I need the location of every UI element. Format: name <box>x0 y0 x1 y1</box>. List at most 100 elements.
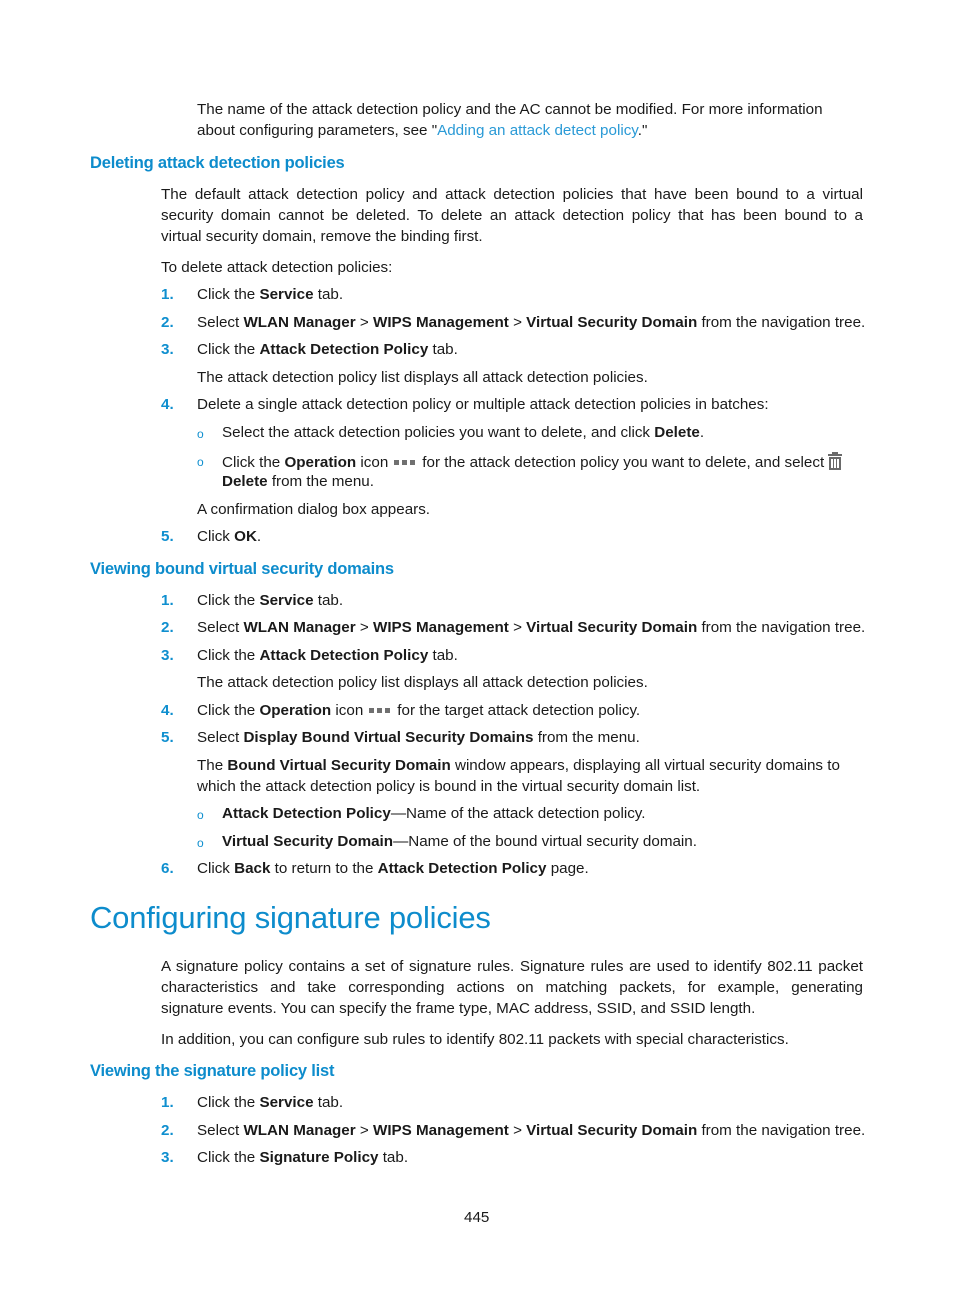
deleting-para-line-2: security domain cannot be deleted. To de… <box>161 207 863 224</box>
ui-label-delete: Delete <box>654 424 700 441</box>
step-text: Click the <box>197 647 260 664</box>
ui-label-attack-detection-policy: Attack Detection Policy <box>377 860 547 877</box>
intro-line-2: about configuring parameters, see "Addin… <box>197 122 647 139</box>
ui-label-virtual-security-domain: Virtual Security Domain <box>526 1122 698 1139</box>
signature-para-line-2: characteristics and take corresponding a… <box>161 979 863 996</box>
ui-label-wlan-manager: WLAN Manager <box>243 619 356 636</box>
link-adding-attack-detect-policy[interactable]: Adding an attack detect policy <box>437 122 638 139</box>
ui-label-wlan-manager: WLAN Manager <box>243 314 356 331</box>
ui-label-bound-virtual-security-domain: Bound Virtual Security Domain <box>227 757 451 774</box>
deleting-para-line-1: The default attack detection policy and … <box>161 186 863 203</box>
sub-text: Select the attack detection policies you… <box>222 424 655 441</box>
step-text: tab. <box>313 286 344 303</box>
step-text: Click the <box>197 1149 260 1166</box>
deleting-step-1: 1. Click the Service tab. <box>161 286 343 303</box>
intro-text: about configuring parameters, see " <box>197 122 438 139</box>
ui-label-back: Back <box>234 860 271 877</box>
ui-label-ok: OK <box>234 528 257 545</box>
step-number: 2. <box>161 314 174 331</box>
ui-label-virtual-security-domain: Virtual Security Domain <box>526 314 698 331</box>
deleting-step-5: 5. Click OK. <box>161 528 261 545</box>
ui-label-operation: Operation <box>284 454 357 471</box>
ui-label-operation: Operation <box>259 702 332 719</box>
signature-para-line-3: signature events. You can specify the fr… <box>161 1000 756 1017</box>
bound-step-5: 5. Select Display Bound Virtual Security … <box>161 729 640 746</box>
page-number: 445 <box>464 1209 490 1226</box>
step-text: from the navigation tree. <box>697 314 866 331</box>
sub-text: for the attack detection policy you want… <box>422 454 825 471</box>
heading-viewing-bound-virtual-security-domains: Viewing bound virtual security domains <box>90 560 394 578</box>
bound-step-5-note-line-2: which the attack detection policy is bou… <box>197 778 701 795</box>
step-number: 1. <box>161 1094 174 1111</box>
deleting-para-line-3: virtual security domain, remove the bind… <box>161 228 483 245</box>
step-text: Select <box>197 314 244 331</box>
ui-label-wlan-manager: WLAN Manager <box>243 1122 356 1139</box>
step-text: for the target attack detection policy. <box>397 702 641 719</box>
bound-step-4: 4. Click the Operation icon for the target… <box>161 702 640 719</box>
separator: > <box>508 619 527 636</box>
step-number: 4. <box>161 396 174 413</box>
step-text: from the navigation tree. <box>697 1122 866 1139</box>
ui-label-wips-management: WIPS Management <box>372 619 509 636</box>
signature-step-2: 2. Select WLAN Manager > WIPS Management … <box>161 1122 865 1139</box>
ui-label-signature-policy: Signature Policy <box>259 1149 379 1166</box>
bound-step-1: 1. Click the Service tab. <box>161 592 343 609</box>
step-text: Delete a single attack detection policy … <box>197 396 769 413</box>
step-text: Select <box>197 619 244 636</box>
deleting-sub-1: o Select the attack detection policies yo… <box>197 424 704 441</box>
deleting-sub-2-line-2: Delete from the menu. <box>222 473 374 490</box>
ui-label-service: Service <box>259 286 314 303</box>
ui-label-attack-detection-policy: Attack Detection Policy <box>259 647 429 664</box>
ui-label-service: Service <box>259 1094 314 1111</box>
step-number: 1. <box>161 592 174 609</box>
more-dots-icon <box>394 459 417 466</box>
field-description: —Name of the attack detection policy. <box>390 805 646 822</box>
bullet-icon: o <box>197 455 204 469</box>
separator: > <box>355 314 373 331</box>
step-text: Click the <box>197 702 260 719</box>
bound-step-3-note: The attack detection policy list display… <box>197 674 648 691</box>
trash-icon <box>828 452 843 470</box>
step-text: Click the <box>197 286 260 303</box>
step-number: 2. <box>161 1122 174 1139</box>
step-number: 1. <box>161 286 174 303</box>
ui-label-service: Service <box>259 592 314 609</box>
bullet-icon: o <box>197 808 204 822</box>
deleting-step-4-note: A confirmation dialog box appears. <box>197 501 431 518</box>
separator: > <box>355 1122 373 1139</box>
bound-step-2: 2. Select WLAN Manager > WIPS Management … <box>161 619 865 636</box>
step-number: 6. <box>161 860 174 877</box>
deleting-step-3: 3. Click the Attack Detection Policy tab. <box>161 341 458 358</box>
step-text: Click <box>197 860 235 877</box>
deleting-lead: To delete attack detection policies: <box>161 259 393 276</box>
sub-text: . <box>699 424 705 441</box>
step-text: Select <box>197 1122 244 1139</box>
field-label-attack-detection-policy: Attack Detection Policy <box>222 805 391 822</box>
step-text: from the menu. <box>533 729 640 746</box>
deleting-step-4: 4. Delete a single attack detection polic… <box>161 396 769 413</box>
step-number: 3. <box>161 341 174 358</box>
step-number: 3. <box>161 1149 174 1166</box>
heading-viewing-signature-policy-list: Viewing the signature policy list <box>90 1062 335 1080</box>
signature-para-2: In addition, you can configure sub rules… <box>161 1031 789 1048</box>
step-text: Select <box>197 729 244 746</box>
ui-label-delete: Delete <box>222 473 268 490</box>
field-description: —Name of the bound virtual security doma… <box>393 833 697 850</box>
bullet-icon: o <box>197 836 204 850</box>
step-text: tab. <box>313 592 344 609</box>
signature-step-1: 1. Click the Service tab. <box>161 1094 343 1111</box>
step-text: page. <box>546 860 589 877</box>
step-text: tab. <box>428 341 458 358</box>
separator: > <box>355 619 373 636</box>
bound-sub-1: o Attack Detection Policy—Name of the att… <box>197 805 645 822</box>
bound-step-5-note-line-1: The Bound Virtual Security Domain window… <box>197 757 840 774</box>
note-text: The <box>197 757 228 774</box>
sub-text: Click the <box>222 454 285 471</box>
sub-text: icon <box>356 454 389 471</box>
intro-text-end: ." <box>637 122 648 139</box>
more-dots-icon <box>369 707 392 714</box>
ui-label-attack-detection-policy: Attack Detection Policy <box>259 341 429 358</box>
step-number: 3. <box>161 647 174 664</box>
intro-line-1: The name of the attack detection policy … <box>197 101 823 118</box>
signature-para-line-1: A signature policy contains a set of sig… <box>161 958 863 975</box>
